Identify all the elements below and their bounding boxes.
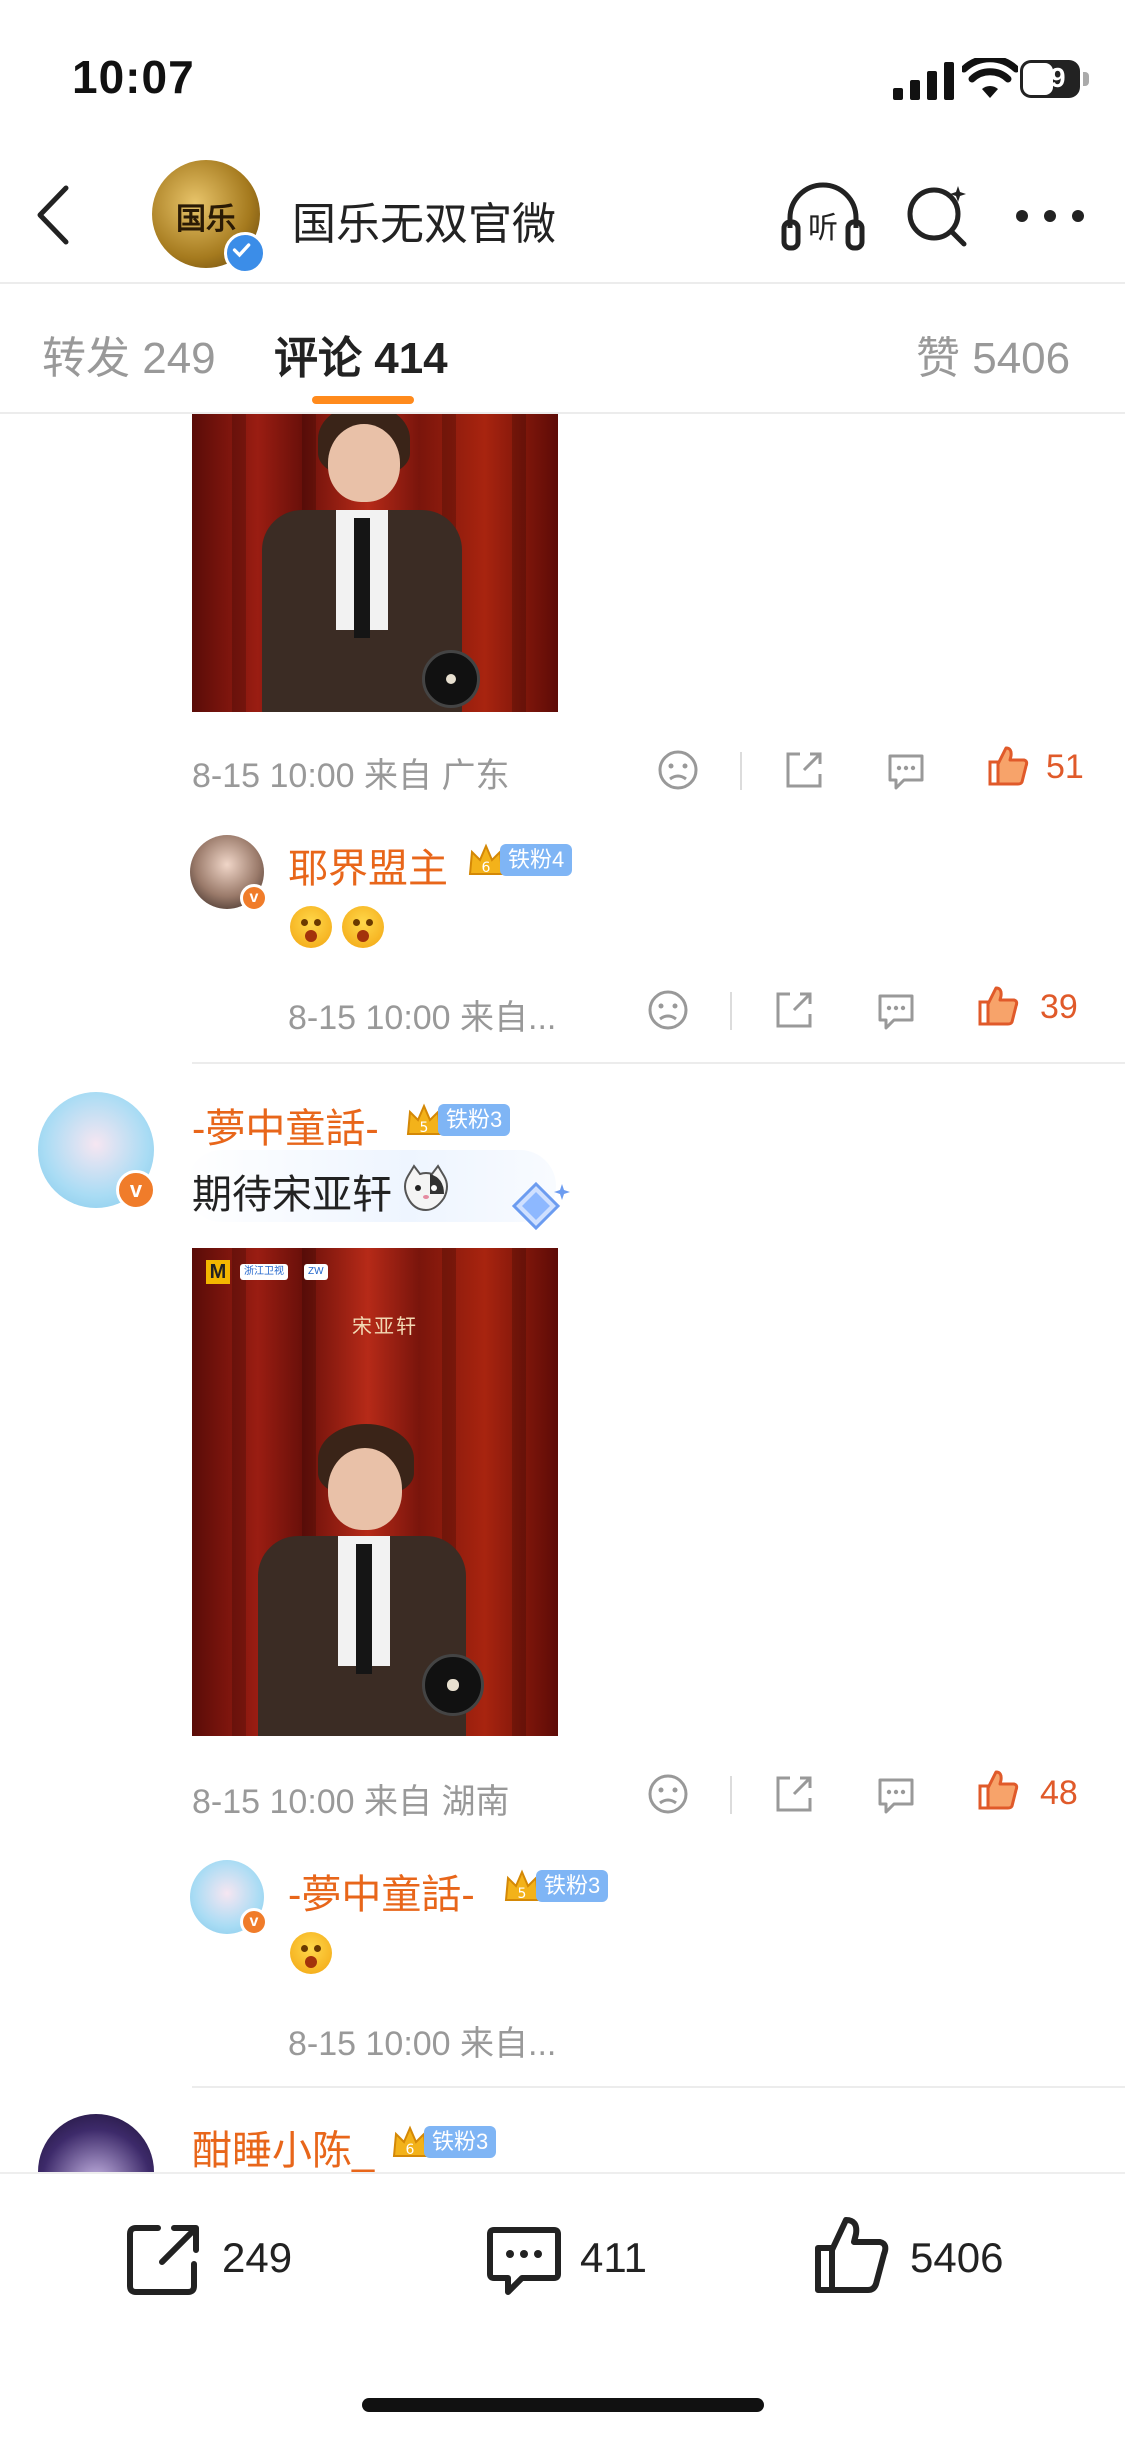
svg-text:5: 5: [518, 1886, 527, 1902]
like-icon[interactable]: [812, 2214, 892, 2294]
wifi-icon: [962, 58, 1018, 98]
share-icon[interactable]: [772, 1772, 816, 1816]
fan-badge: 6 铁粉4: [466, 842, 573, 878]
comment-divider: [192, 1062, 1125, 1064]
reply-icon[interactable]: [874, 1772, 918, 1816]
battery-icon: 59: [1020, 60, 1090, 98]
svg-text:听: 听: [808, 211, 838, 246]
fan-badge: 5 铁粉3: [404, 1102, 511, 1138]
reply-username[interactable]: -夢中童話-: [288, 1862, 475, 1920]
tabs-divider: [0, 412, 1125, 414]
comment-username[interactable]: 酣睡小陈_: [192, 2118, 374, 2176]
like-count: 51: [1046, 748, 1084, 786]
comment-image[interactable]: M 浙江卫视 ZW 宋亚轩: [192, 1248, 558, 1736]
comment-count[interactable]: 411: [580, 2234, 647, 2282]
poster-title: 宋亚轩: [352, 1314, 418, 1338]
comment-username[interactable]: -夢中童話-: [192, 1096, 379, 1154]
battery-level: 59: [1034, 62, 1066, 93]
reply-icon[interactable]: [884, 748, 928, 792]
more-icon[interactable]: [1012, 196, 1088, 236]
comment-meta: 8-15 10:00 来自 广东: [192, 757, 510, 795]
verified-orange-icon: v: [240, 1908, 268, 1936]
header-divider: [0, 282, 1125, 284]
share-icon[interactable]: [782, 748, 826, 792]
repost-icon[interactable]: [124, 2218, 204, 2298]
home-indicator[interactable]: [362, 2398, 764, 2412]
like-count: 48: [1040, 1774, 1078, 1812]
repost-count[interactable]: 249: [222, 2234, 292, 2282]
liked-thumb-icon[interactable]: [986, 744, 1030, 788]
svg-text:6: 6: [406, 2142, 415, 2158]
tab-comment[interactable]: 评论 414: [274, 322, 448, 386]
comment-text: 期待宋亚轩: [192, 1173, 392, 1217]
action-separator: [730, 992, 732, 1030]
dislike-icon[interactable]: [646, 988, 690, 1032]
like-count: 39: [1040, 988, 1078, 1026]
share-icon[interactable]: [772, 988, 816, 1032]
reply-meta: 8-15 10:00 来自...: [288, 999, 557, 1037]
cellular-signal-icon: [893, 62, 954, 100]
listen-icon[interactable]: 听: [780, 178, 866, 254]
cat-emoji-icon: [404, 1164, 448, 1212]
heart-eyes-emoji-icon: [290, 1932, 332, 1974]
liked-thumb-icon[interactable]: [976, 1768, 1020, 1812]
tab-repost[interactable]: 转发 249: [42, 322, 216, 386]
liked-thumb-icon[interactable]: [976, 984, 1020, 1028]
svg-text:6: 6: [482, 860, 491, 876]
svg-text:5: 5: [420, 1120, 429, 1136]
reply-username[interactable]: 耶界盟主: [288, 836, 448, 894]
search-icon[interactable]: [902, 180, 972, 250]
status-time: 10:07: [72, 51, 195, 103]
verified-icon: [224, 232, 266, 274]
fan-badge: 5 铁粉3: [502, 1868, 609, 1904]
like-count-total[interactable]: 5406: [910, 2234, 1003, 2282]
action-separator: [740, 752, 742, 790]
comment-icon[interactable]: [484, 2218, 564, 2298]
tab-like[interactable]: 赞 5406: [916, 322, 1070, 386]
reply-icon[interactable]: [874, 988, 918, 1032]
fan-badge: 6 铁粉3: [390, 2124, 497, 2160]
surprised-emoji-icon: [342, 906, 384, 948]
dislike-icon[interactable]: [656, 748, 700, 792]
verified-orange-icon: v: [116, 1170, 156, 1210]
reply-meta: 8-15 10:00 来自...: [288, 2025, 557, 2063]
channel-logo: M: [206, 1260, 230, 1284]
account-name[interactable]: 国乐无双官微: [292, 188, 556, 252]
verified-orange-icon: v: [240, 884, 268, 912]
surprised-emoji-icon: [290, 906, 332, 948]
back-icon[interactable]: [30, 180, 80, 250]
active-tab-indicator: [312, 396, 414, 404]
comment-divider: [192, 2086, 1125, 2088]
comment-meta: 8-15 10:00 来自 湖南: [192, 1783, 510, 1821]
dislike-icon[interactable]: [646, 1772, 690, 1816]
comment-image[interactable]: [192, 414, 558, 712]
diamond-sticker-icon: [511, 1181, 570, 1231]
action-separator: [730, 1776, 732, 1814]
